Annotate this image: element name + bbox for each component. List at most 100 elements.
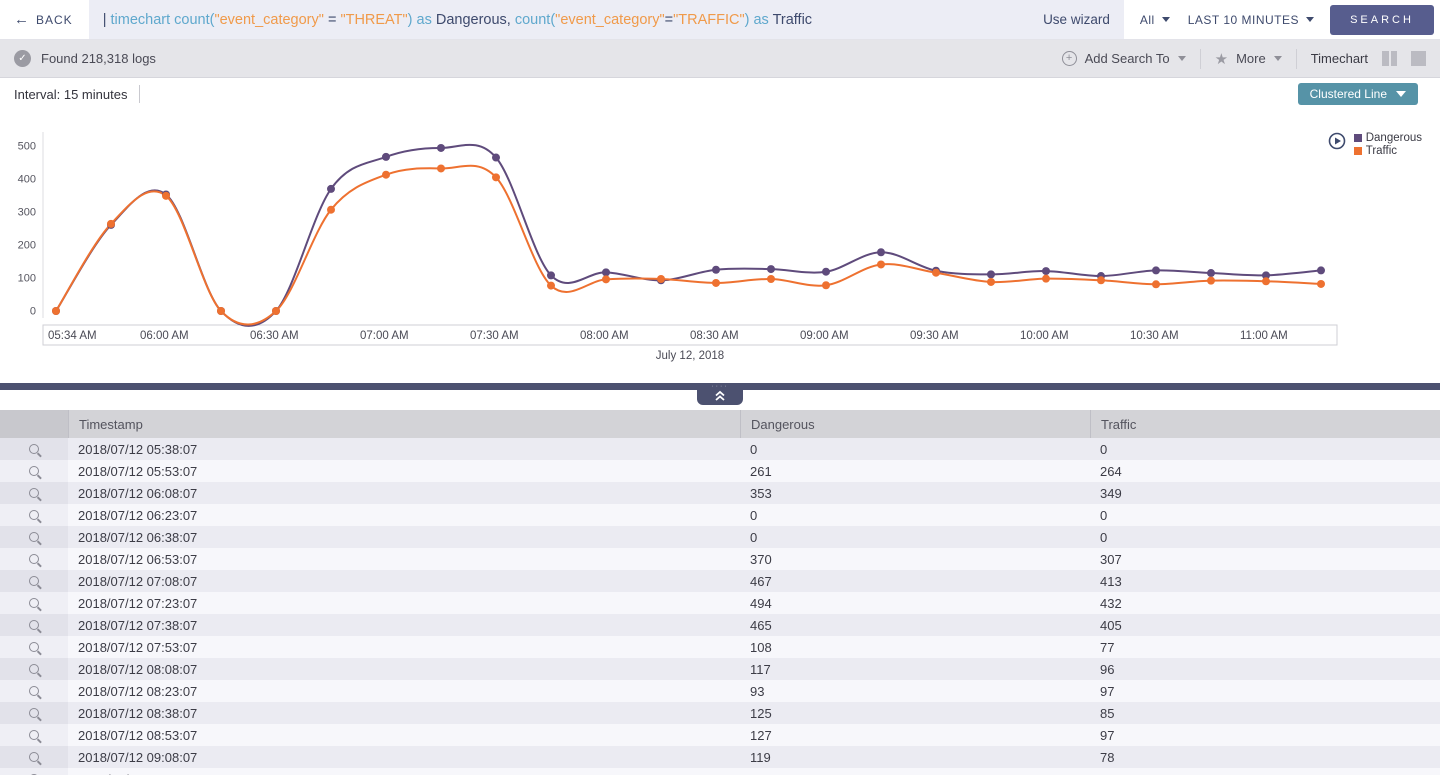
inspect-row-button[interactable] xyxy=(0,724,68,746)
traffic-cell: 96 xyxy=(1090,662,1440,677)
use-wizard-link[interactable]: Use wizard xyxy=(1043,12,1110,27)
legend-item[interactable]: Dangerous xyxy=(1354,132,1422,144)
check-circle-icon: ✓ xyxy=(14,50,31,67)
inspect-column-header xyxy=(0,410,68,438)
traffic-cell: 349 xyxy=(1090,486,1440,501)
inspect-row-button[interactable] xyxy=(0,702,68,724)
query-bar: | timechart count("event_category" = "TH… xyxy=(89,0,1124,39)
table-row: 2018/07/12 08:53:0712797 xyxy=(0,724,1440,746)
dangerous-cell: 93 xyxy=(740,684,1090,699)
add-search-to-dropdown[interactable]: + Add Search To xyxy=(1062,51,1186,66)
table-header: Timestamp Dangerous Traffic xyxy=(0,410,1440,438)
panel-divider[interactable]: ···· xyxy=(0,383,1440,390)
traffic-column-header[interactable]: Traffic xyxy=(1090,410,1440,438)
panel-title: Timechart xyxy=(1311,51,1368,66)
timestamp-cell: 2018/07/12 06:38:07 xyxy=(68,530,740,545)
timestamp-cell: 2018/07/12 08:23:07 xyxy=(68,684,740,699)
chevron-down-icon xyxy=(1178,56,1186,61)
traffic-cell: 141 xyxy=(1090,772,1440,775)
scope-dropdown[interactable]: All xyxy=(1140,13,1170,27)
svg-text:500: 500 xyxy=(18,141,36,153)
split-view-icon[interactable] xyxy=(1382,51,1397,66)
table-body: 2018/07/12 05:38:0700 2018/07/12 05:53:07… xyxy=(0,438,1440,775)
svg-text:07:30 AM: 07:30 AM xyxy=(470,330,519,342)
dangerous-column-header[interactable]: Dangerous xyxy=(740,410,1090,438)
play-circle-icon[interactable] xyxy=(1328,132,1346,150)
svg-text:400: 400 xyxy=(18,174,36,186)
star-icon: ★ xyxy=(1215,50,1228,68)
magnifier-icon xyxy=(29,488,39,498)
table-row: 2018/07/12 09:08:0711978 xyxy=(0,746,1440,768)
inspect-row-button[interactable] xyxy=(0,658,68,680)
table-row: 2018/07/12 08:38:0712585 xyxy=(0,702,1440,724)
inspect-row-button[interactable] xyxy=(0,570,68,592)
legend-item[interactable]: Traffic xyxy=(1354,145,1422,157)
table-row: 2018/07/12 06:23:0700 xyxy=(0,504,1440,526)
magnifier-icon xyxy=(29,708,39,718)
time-range-dropdown[interactable]: LAST 10 MINUTES xyxy=(1188,13,1314,27)
table-row: 2018/07/12 06:53:07370307 xyxy=(0,548,1440,570)
timestamp-cell: 2018/07/12 07:38:07 xyxy=(68,618,740,633)
more-dropdown[interactable]: ★ More xyxy=(1215,50,1282,68)
dangerous-cell: 0 xyxy=(740,530,1090,545)
table-row: 2018/07/12 06:38:0700 xyxy=(0,526,1440,548)
inspect-row-button[interactable] xyxy=(0,592,68,614)
results-table: Timestamp Dangerous Traffic 2018/07/12 0… xyxy=(0,410,1440,775)
chart-type-label: Clustered Line xyxy=(1310,87,1387,101)
search-toolbar: ← BACK | timechart count("event_category… xyxy=(0,0,1440,40)
timestamp-cell: 2018/07/12 06:23:07 xyxy=(68,508,740,523)
full-view-icon[interactable] xyxy=(1411,51,1426,66)
magnifier-icon xyxy=(29,532,39,542)
inspect-row-button[interactable] xyxy=(0,746,68,768)
magnifier-icon xyxy=(29,554,39,564)
dangerous-cell: 117 xyxy=(740,662,1090,677)
svg-text:200: 200 xyxy=(18,240,36,252)
inspect-row-button[interactable] xyxy=(0,768,68,775)
svg-text:0: 0 xyxy=(30,306,36,318)
back-label: BACK xyxy=(36,13,73,27)
legend-swatch-icon xyxy=(1354,147,1362,155)
svg-text:10:00 AM: 10:00 AM xyxy=(1020,330,1069,342)
inspect-row-button[interactable] xyxy=(0,526,68,548)
search-button[interactable]: SEARCH xyxy=(1330,5,1434,35)
dangerous-cell: 370 xyxy=(740,552,1090,567)
inspect-row-button[interactable] xyxy=(0,504,68,526)
inspect-row-button[interactable] xyxy=(0,460,68,482)
chart-legend: DangerousTraffic xyxy=(1328,132,1422,157)
traffic-cell: 264 xyxy=(1090,464,1440,479)
query-input[interactable]: | timechart count("event_category" = "TH… xyxy=(103,12,1031,28)
interval-label: Interval: 15 minutes xyxy=(14,87,127,102)
collapse-handle[interactable]: ···· xyxy=(697,383,743,405)
table-row: 2018/07/12 06:08:07353349 xyxy=(0,482,1440,504)
timestamp-cell: 2018/07/12 07:08:07 xyxy=(68,574,740,589)
svg-text:06:30 AM: 06:30 AM xyxy=(250,330,299,342)
inspect-row-button[interactable] xyxy=(0,482,68,504)
dangerous-cell: 178 xyxy=(740,772,1090,775)
svg-text:09:30 AM: 09:30 AM xyxy=(910,330,959,342)
timestamp-column-header[interactable]: Timestamp xyxy=(68,410,740,438)
more-label: More xyxy=(1236,51,1266,66)
table-row: 2018/07/12 05:38:0700 xyxy=(0,438,1440,460)
table-row: 2018/07/12 07:38:07465405 xyxy=(0,614,1440,636)
dangerous-cell: 353 xyxy=(740,486,1090,501)
inspect-row-button[interactable] xyxy=(0,680,68,702)
svg-text:05:34 AM: 05:34 AM xyxy=(48,330,97,342)
inspect-row-button[interactable] xyxy=(0,614,68,636)
svg-text:11:00 AM: 11:00 AM xyxy=(1240,330,1288,342)
magnifier-icon xyxy=(29,466,39,476)
chart-type-dropdown[interactable]: Clustered Line xyxy=(1298,83,1418,105)
inspect-row-button[interactable] xyxy=(0,438,68,460)
traffic-cell: 413 xyxy=(1090,574,1440,589)
magnifier-icon xyxy=(29,598,39,608)
timestamp-cell: 2018/07/12 05:53:07 xyxy=(68,464,740,479)
chevron-down-icon xyxy=(1162,17,1170,22)
inspect-row-button[interactable] xyxy=(0,636,68,658)
dangerous-cell: 465 xyxy=(740,618,1090,633)
back-button[interactable]: ← BACK xyxy=(0,0,89,39)
traffic-cell: 77 xyxy=(1090,640,1440,655)
inspect-row-button[interactable] xyxy=(0,548,68,570)
timestamp-cell: 2018/07/12 08:53:07 xyxy=(68,728,740,743)
table-row: 2018/07/12 07:08:07467413 xyxy=(0,570,1440,592)
dangerous-cell: 467 xyxy=(740,574,1090,589)
timechart-canvas[interactable]: 010020030040050005:34 AM06:00 AM06:30 AM… xyxy=(0,110,1440,383)
